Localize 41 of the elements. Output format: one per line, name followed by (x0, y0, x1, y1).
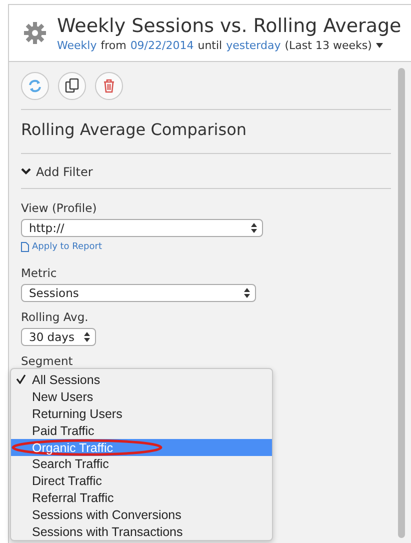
menu-item[interactable]: Direct Traffic (11, 472, 272, 490)
refresh-button[interactable] (21, 72, 49, 100)
scrollbar[interactable] (398, 68, 405, 538)
date-text: until (198, 38, 222, 52)
date-link[interactable]: Weekly (57, 38, 97, 52)
field-label: Rolling Avg. (21, 310, 90, 324)
date-link[interactable]: yesterday (226, 38, 281, 52)
trash-icon (101, 78, 117, 94)
delete-button[interactable] (95, 72, 123, 100)
menu-item[interactable]: Paid Traffic (11, 422, 272, 440)
menu-item[interactable]: New Users (11, 388, 272, 406)
add-filter-toggle[interactable]: Add Filter (21, 165, 93, 179)
refresh-icon (27, 78, 43, 94)
stepper-arrows-icon (244, 288, 250, 298)
copy-button[interactable] (58, 72, 86, 100)
menu-item[interactable]: All Sessions (11, 372, 272, 389)
gear-icon (23, 21, 47, 45)
view-select[interactable]: http:// (21, 219, 263, 237)
menu-item[interactable]: Sessions with Transactions (11, 523, 272, 540)
menu-item[interactable]: Search Traffic (11, 456, 272, 473)
copy-icon (64, 78, 80, 94)
field-label: Metric (21, 266, 58, 280)
date-link[interactable]: 09/22/2014 (130, 38, 194, 52)
report-title: Weekly Sessions vs. Rolling Average (57, 14, 402, 36)
stepper-arrows-icon (251, 223, 257, 233)
document-icon (21, 242, 29, 252)
field-label: Segment (21, 354, 74, 368)
rolling-avg-select[interactable]: 30 days (21, 328, 96, 346)
apply-to-report-link[interactable]: Apply to Report (32, 242, 102, 252)
checkmark-icon (16, 374, 26, 384)
stepper-arrows-icon (84, 332, 90, 342)
chevron-icon (21, 168, 31, 176)
menu-item[interactable]: Referral Traffic (11, 490, 272, 506)
date-text: from (100, 38, 126, 52)
menu-item[interactable]: Sessions with Conversions (11, 506, 272, 524)
metric-select[interactable]: Sessions (21, 284, 256, 302)
section-title: Rolling Average Comparison (21, 120, 248, 139)
date-text: (Last 13 weeks) (284, 38, 372, 52)
caret-icon (376, 42, 383, 48)
menu-item[interactable]: Returning Users (11, 406, 272, 422)
field-label: View (Profile) (21, 201, 98, 215)
